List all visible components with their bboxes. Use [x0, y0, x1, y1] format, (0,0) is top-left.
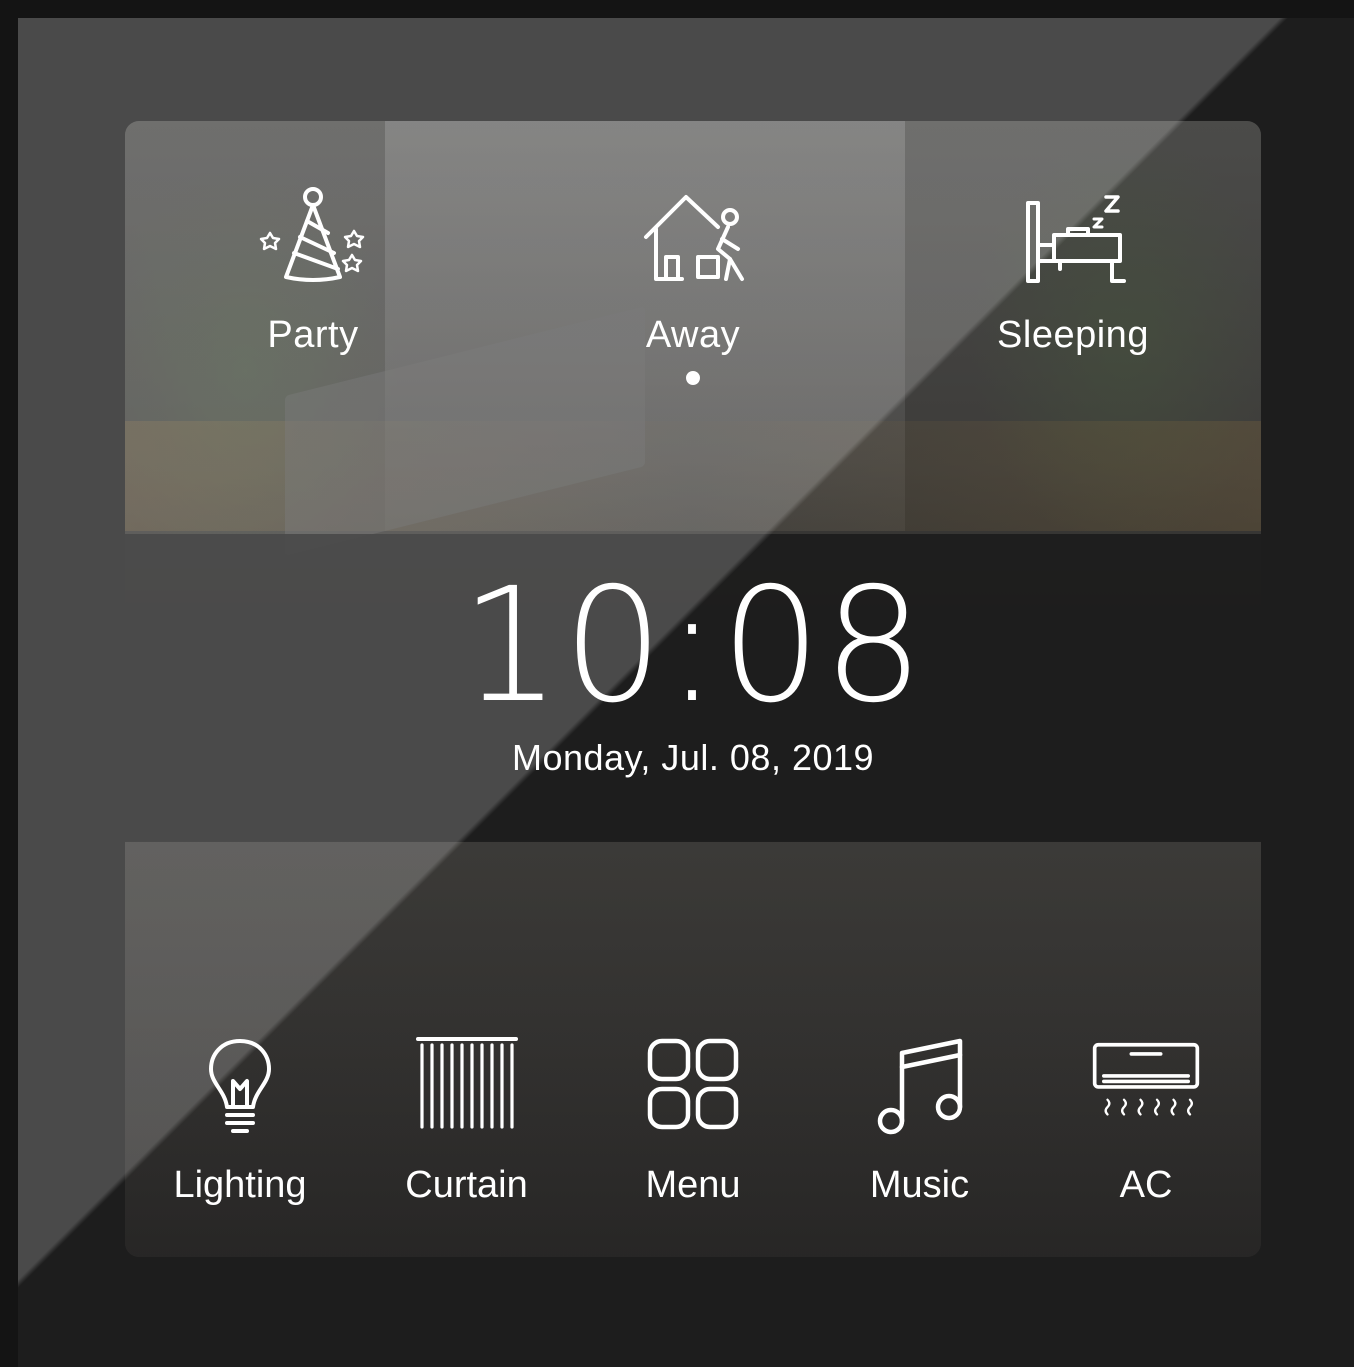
scene-party-button[interactable]: Party [193, 183, 433, 357]
scene-away-button[interactable]: Away [573, 183, 813, 385]
smart-panel-device: Party Away Sleeping 10:08 Monday, Jul. 0… [18, 18, 1354, 1367]
app-shortcut-bar: Lighting Curtain Menu Music AC [125, 1031, 1261, 1207]
app-label: Lighting [173, 1164, 307, 1206]
curtain-button[interactable]: Curtain [357, 1031, 577, 1207]
leaving-home-icon [638, 183, 748, 298]
scene-label: Away [645, 314, 741, 356]
ac-button[interactable]: AC [1036, 1031, 1256, 1207]
scene-sleeping-button[interactable]: Sleeping [953, 183, 1193, 357]
clock-date: Monday, Jul. 08, 2019 [511, 737, 875, 778]
grid-menu-icon [638, 1031, 748, 1146]
menu-button[interactable]: Menu [583, 1031, 803, 1207]
scene-label: Sleeping [997, 314, 1149, 356]
clock-time: 10:08 [460, 554, 926, 738]
touch-screen: Party Away Sleeping 10:08 Monday, Jul. 0… [125, 121, 1261, 1257]
active-scene-indicator [686, 371, 700, 385]
app-label: Menu [645, 1164, 741, 1206]
curtain-icon [412, 1031, 522, 1146]
scene-label: Party [267, 314, 359, 356]
app-label: Curtain [405, 1164, 528, 1206]
bed-icon [1018, 183, 1128, 298]
music-note-icon [865, 1031, 975, 1146]
app-label: Music [869, 1164, 970, 1206]
air-conditioner-icon [1091, 1031, 1201, 1146]
light-bulb-icon [185, 1031, 295, 1146]
music-button[interactable]: Music [810, 1031, 1030, 1207]
lighting-button[interactable]: Lighting [130, 1031, 350, 1207]
clock-display: 10:08 Monday, Jul. 08, 2019 [125, 561, 1261, 779]
app-label: AC [1119, 1164, 1173, 1206]
party-hat-icon [258, 183, 368, 298]
